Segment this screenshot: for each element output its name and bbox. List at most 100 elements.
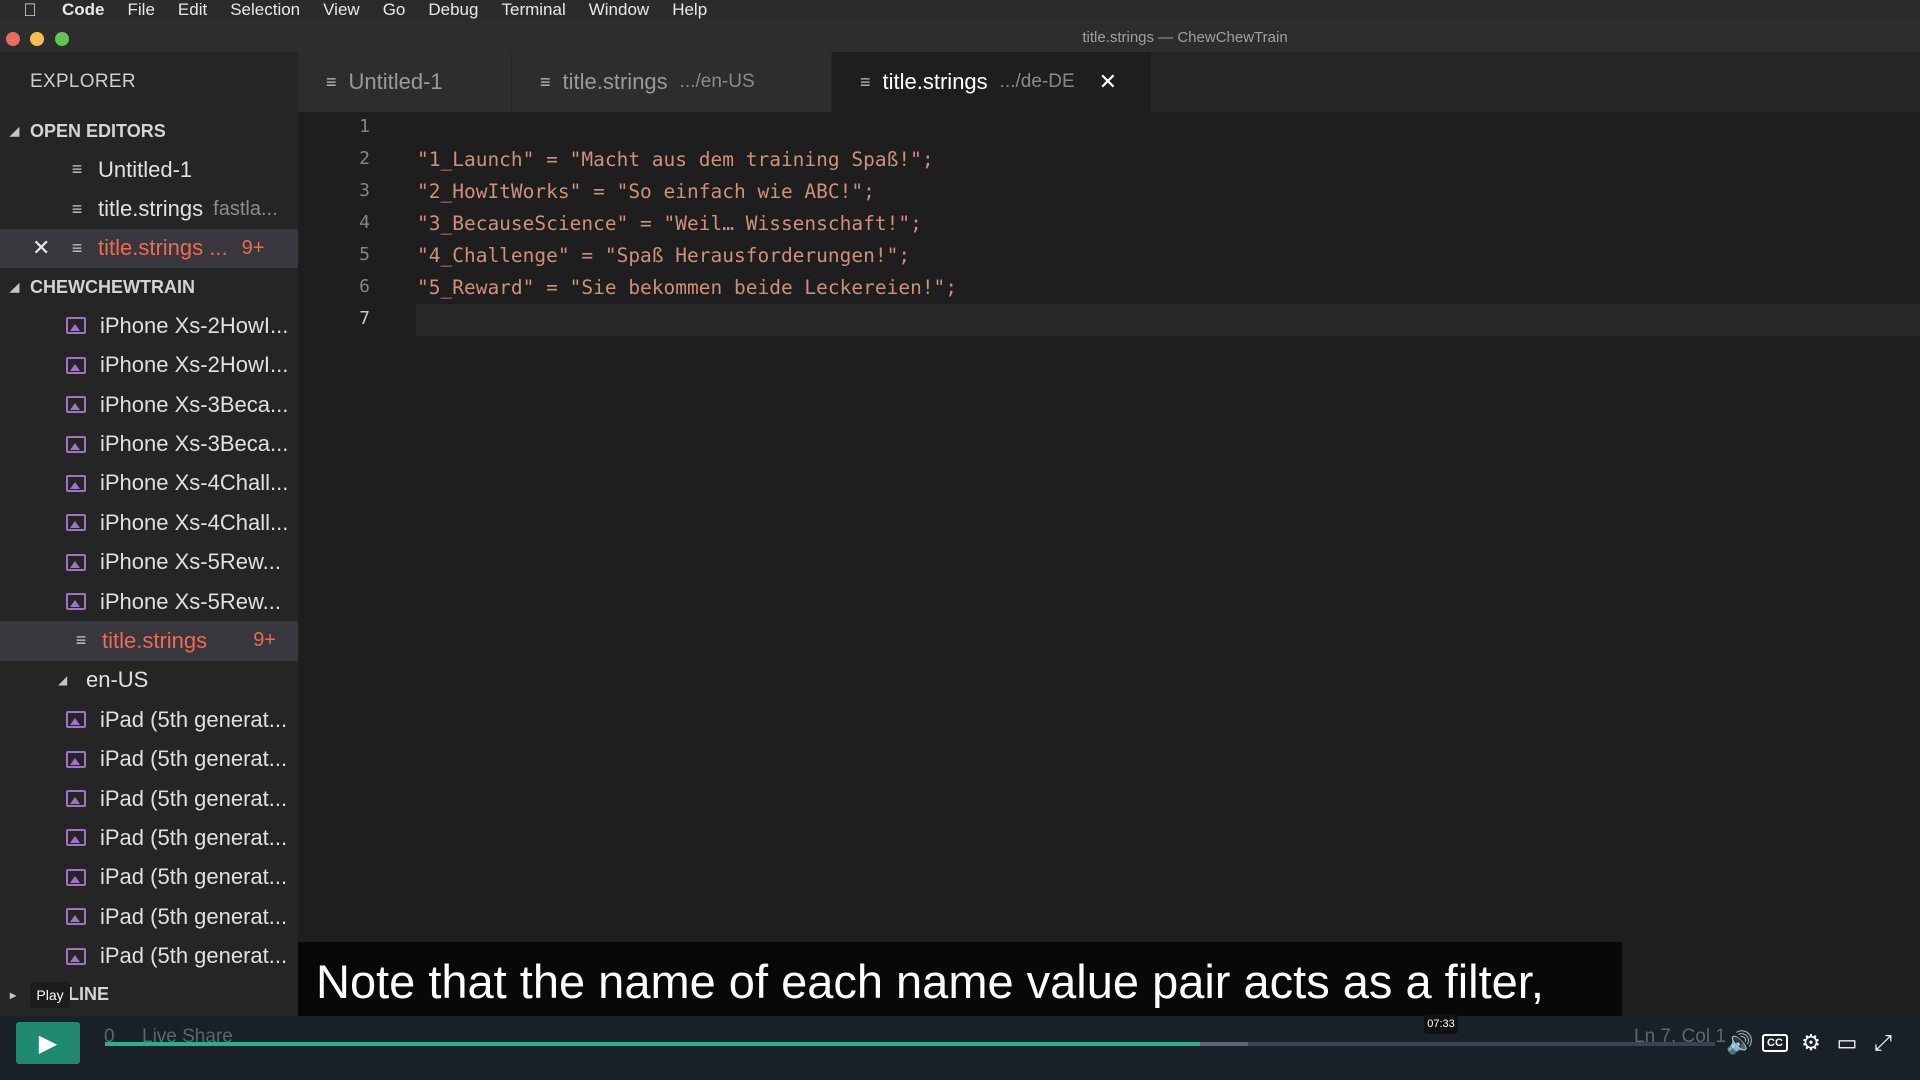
open-editor-item[interactable]: ≡ Untitled-1 — [0, 150, 298, 189]
menu-view[interactable]: View — [323, 0, 360, 20]
menu-window[interactable]: Window — [589, 0, 649, 20]
image-file-icon — [66, 711, 86, 729]
file-item[interactable]: iPad (5th generat... — [0, 700, 298, 739]
text-file-icon: ≡ — [71, 237, 83, 258]
open-editor-item-active[interactable]: ✕ ≡ title.strings ... 9+ — [0, 228, 298, 269]
file-item[interactable]: iPhone Xs-2HowI... — [0, 346, 298, 385]
play-button[interactable]: ▶ — [16, 1022, 80, 1064]
file-item[interactable]: iPhone Xs-5Rew... — [0, 543, 298, 582]
code-text: "4_Challenge" = "Spaß Herausforderungen!… — [417, 244, 911, 267]
image-file-icon — [66, 474, 86, 492]
settings-gear-icon[interactable]: ⚙ — [1798, 1030, 1824, 1056]
expanded-triangle-icon: ◢ — [10, 124, 20, 138]
file-item[interactable]: iPhone Xs-4Chall... — [0, 464, 298, 503]
image-file-icon — [66, 514, 86, 532]
closed-captions-icon[interactable]: CC — [1762, 1034, 1788, 1052]
tab-title-strings-de-de[interactable]: ≡ title.strings .../de-DE ✕ — [832, 52, 1152, 112]
file-item[interactable]: iPad (5th generat... — [0, 936, 298, 975]
image-file-icon — [66, 908, 86, 926]
line-number: 7 — [359, 308, 370, 329]
collapsed-triangle-icon: ▸ — [10, 987, 17, 1002]
menu-code[interactable]: Code — [62, 0, 105, 20]
line-number: 3 — [359, 180, 370, 201]
expanded-triangle-icon: ◢ — [58, 673, 68, 688]
airplay-icon[interactable]: ▭ — [1834, 1030, 1860, 1056]
text-file-icon: ≡ — [71, 159, 83, 180]
image-file-icon — [66, 396, 86, 414]
window-title: title.strings — ChewChewTrain — [1082, 29, 1288, 46]
volume-icon[interactable]: 🔊 — [1726, 1030, 1753, 1056]
play-tooltip: Play — [30, 982, 70, 1008]
code-text: "1_Launch" = "Macht aus dem training Spa… — [417, 148, 934, 171]
image-file-icon — [66, 790, 86, 808]
explorer-sidebar: EXPLORER ◢ OPEN EDITORS ≡ Untitled-1 ≡ t… — [0, 52, 298, 1016]
image-file-icon — [66, 868, 86, 886]
line-number: 4 — [359, 212, 370, 233]
video-progress-fill — [105, 1042, 1200, 1046]
folder-en-us[interactable]: ◢ en-US — [0, 661, 298, 700]
text-file-icon: ≡ — [75, 630, 87, 651]
file-item[interactable]: iPhone Xs-2HowI... — [0, 306, 298, 345]
text-file-icon: ≡ — [860, 71, 871, 92]
file-item[interactable]: iPhone Xs-4Chall... — [0, 503, 298, 542]
file-item[interactable]: iPhone Xs-5Rew... — [0, 582, 298, 621]
video-caption: Note that the name of each name value pa… — [298, 942, 1622, 1020]
menu-help[interactable]: Help — [672, 0, 707, 20]
line-number: 2 — [359, 148, 370, 169]
code-editor[interactable]: 1 2 "1_Launch" = "Macht aus dem training… — [298, 112, 1920, 1016]
tab-title-strings-en-us[interactable]: ≡ title.strings .../en-US — [512, 52, 832, 112]
code-line: 2 "1_Launch" = "Macht aus dem training S… — [298, 144, 1920, 176]
line-number: 5 — [359, 244, 370, 265]
menu-edit[interactable]: Edit — [178, 0, 207, 20]
file-item[interactable]: iPad (5th generat... — [0, 779, 298, 818]
problems-badge: 9+ — [241, 236, 265, 259]
image-file-icon — [66, 947, 86, 965]
problems-badge: 9+ — [253, 629, 276, 652]
menu-go[interactable]: Go — [383, 0, 406, 20]
file-item[interactable]: iPad (5th generat... — [0, 858, 298, 897]
image-file-icon — [66, 553, 86, 571]
code-line: 3 "2_HowItWorks" = "So einfach wie ABC!"… — [298, 176, 1920, 208]
code-text: "5_Reward" = "Sie bekommen beide Leckere… — [417, 276, 958, 299]
video-time-bubble: 07:33 — [1424, 1014, 1458, 1034]
code-line: 6 "5_Reward" = "Sie bekommen beide Lecke… — [298, 272, 1920, 304]
menu-selection[interactable]: Selection — [230, 0, 300, 20]
code-line: 5 "4_Challenge" = "Spaß Herausforderunge… — [298, 240, 1920, 272]
editor-tabbar: ≡ Untitled-1 ≡ title.strings .../en-US ≡… — [298, 52, 1920, 112]
image-file-icon — [66, 317, 86, 335]
code-line: 7 — [298, 304, 1920, 336]
image-file-icon — [66, 356, 86, 374]
status-bar: 0 Live Share Ln 7, Col 1 — [0, 1016, 1920, 1080]
open-editor-item[interactable]: ≡ title.strings fastla... — [0, 189, 298, 228]
menu-file[interactable]: File — [128, 0, 155, 20]
project-section[interactable]: ◢ CHEWCHEWTRAIN — [0, 268, 298, 306]
macos-menubar:  Code File Edit Selection View Go Debug… — [0, 0, 1920, 20]
menu-debug[interactable]: Debug — [428, 0, 478, 20]
file-item[interactable]: iPad (5th generat... — [0, 897, 298, 936]
open-editors-section[interactable]: ◢ OPEN EDITORS — [0, 112, 298, 150]
image-file-icon — [66, 750, 86, 768]
explorer-header: EXPLORER — [30, 71, 136, 92]
code-text: "2_HowItWorks" = "So einfach wie ABC!"; — [417, 180, 875, 203]
video-progress-track[interactable] — [105, 1042, 1715, 1046]
window-titlebar: title.strings — ChewChewTrain — [0, 20, 1920, 52]
line-number: 6 — [359, 276, 370, 297]
exit-fullscreen-icon[interactable]: ⤢ — [1870, 1030, 1896, 1056]
menu-terminal[interactable]: Terminal — [501, 0, 565, 20]
file-item[interactable]: iPad (5th generat... — [0, 818, 298, 857]
tab-untitled-1[interactable]: ≡ Untitled-1 — [298, 52, 512, 112]
close-editor-icon[interactable]: ✕ — [32, 235, 50, 261]
line-number: 1 — [359, 116, 370, 137]
text-file-icon: ≡ — [540, 71, 551, 92]
file-item[interactable]: iPhone Xs-3Beca... — [0, 385, 298, 424]
image-file-icon — [66, 593, 86, 611]
image-file-icon — [66, 829, 86, 847]
code-line: 1 — [298, 112, 1920, 144]
close-tab-icon[interactable]: ✕ — [1099, 69, 1117, 95]
apple-icon[interactable]:  — [20, 0, 40, 21]
expanded-triangle-icon: ◢ — [10, 280, 20, 295]
file-item[interactable]: iPhone Xs-3Beca... — [0, 424, 298, 463]
text-file-icon: ≡ — [71, 198, 83, 219]
file-item-active[interactable]: ≡ title.strings 9+ — [0, 621, 298, 661]
file-item[interactable]: iPad (5th generat... — [0, 739, 298, 778]
